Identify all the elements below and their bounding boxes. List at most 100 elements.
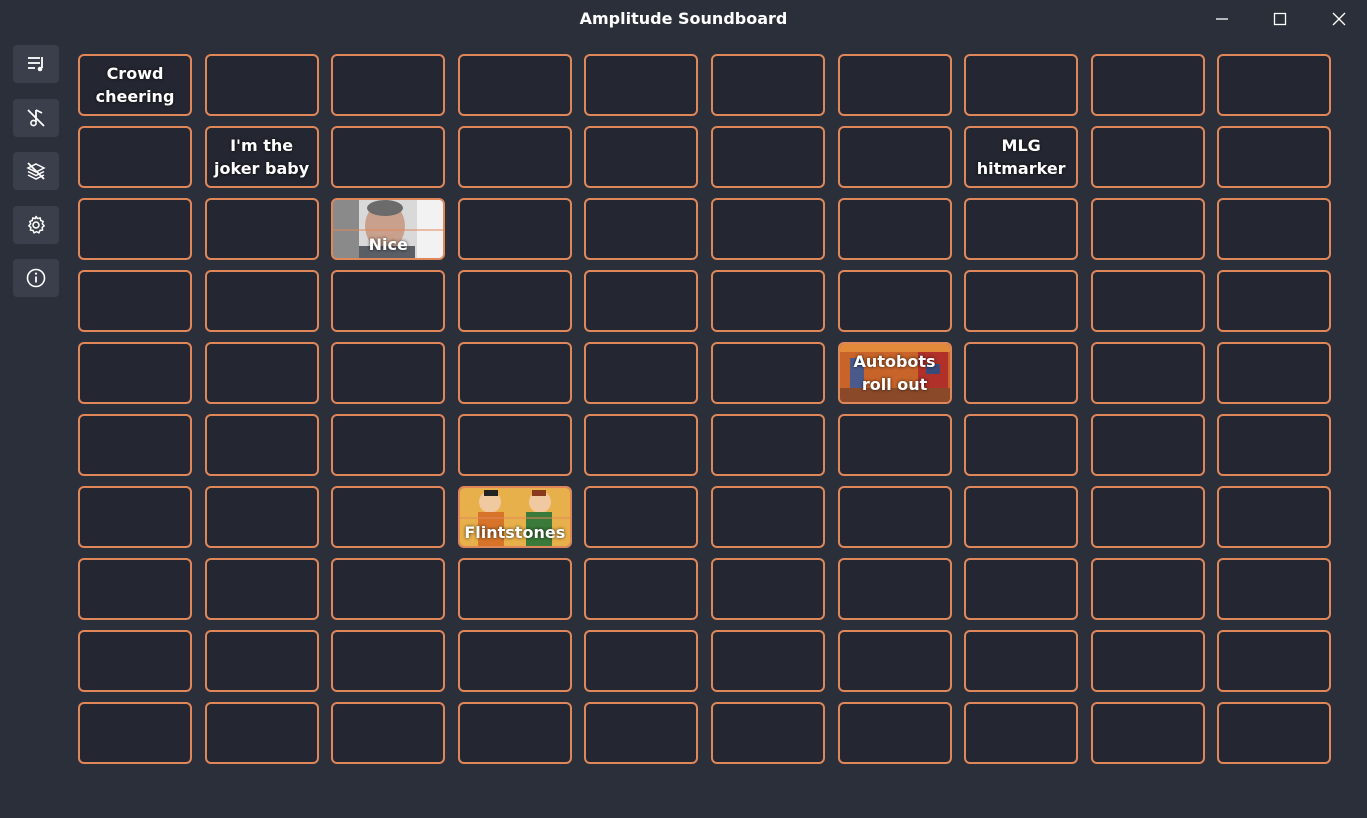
sound-pad[interactable] — [1090, 558, 1205, 620]
sound-pad[interactable] — [964, 486, 1079, 548]
sound-pad[interactable] — [331, 630, 446, 692]
sound-pad[interactable] — [964, 702, 1079, 764]
sound-pad[interactable] — [1217, 558, 1332, 620]
sound-pad[interactable]: I'm the joker baby — [204, 126, 319, 188]
sound-pad[interactable] — [964, 54, 1079, 116]
sound-pad[interactable] — [1217, 126, 1332, 188]
maximize-button[interactable] — [1252, 0, 1308, 38]
sound-pad[interactable] — [837, 270, 952, 332]
about-button[interactable] — [13, 259, 59, 297]
sound-pad[interactable] — [710, 630, 825, 692]
sound-pad[interactable] — [331, 414, 446, 476]
sound-pad[interactable] — [78, 414, 192, 476]
sound-pad[interactable] — [1217, 342, 1332, 404]
sound-pad[interactable] — [837, 486, 952, 548]
sound-pad[interactable] — [457, 414, 572, 476]
sound-pad[interactable]: MLG hitmarker — [964, 126, 1079, 188]
sound-pad[interactable] — [710, 54, 825, 116]
sound-pad[interactable] — [1217, 198, 1332, 260]
sound-pad[interactable] — [1090, 126, 1205, 188]
sound-pad[interactable]: Flintstones — [457, 486, 572, 548]
sound-pad[interactable] — [710, 702, 825, 764]
sound-pad[interactable] — [584, 486, 699, 548]
sound-pad[interactable] — [1090, 630, 1205, 692]
sound-pad[interactable] — [837, 414, 952, 476]
sound-pad[interactable] — [457, 342, 572, 404]
sound-pad[interactable] — [204, 558, 319, 620]
sound-pad[interactable] — [1090, 486, 1205, 548]
sound-pad[interactable] — [78, 342, 192, 404]
sound-pad[interactable] — [710, 126, 825, 188]
sound-pad[interactable] — [710, 486, 825, 548]
sound-pad[interactable] — [204, 630, 319, 692]
sound-pad[interactable] — [964, 630, 1079, 692]
sound-pad[interactable] — [1217, 486, 1332, 548]
sound-pad[interactable] — [710, 558, 825, 620]
sound-pad[interactable] — [78, 630, 192, 692]
sound-pad[interactable]: Autobots roll out — [837, 342, 952, 404]
sound-pad[interactable] — [331, 702, 446, 764]
sound-pad[interactable] — [204, 702, 319, 764]
sound-pad[interactable] — [1090, 198, 1205, 260]
sound-pad[interactable] — [964, 414, 1079, 476]
sound-pad[interactable] — [331, 54, 446, 116]
sound-pad[interactable] — [331, 486, 446, 548]
minimize-button[interactable] — [1194, 0, 1250, 38]
sound-pad[interactable] — [964, 558, 1079, 620]
stop-sound-button[interactable] — [13, 99, 59, 137]
sound-pad[interactable] — [204, 198, 319, 260]
sound-pad[interactable] — [710, 198, 825, 260]
title-bar[interactable]: Amplitude Soundboard — [0, 0, 1367, 38]
sound-pad[interactable] — [78, 198, 192, 260]
sound-pad[interactable] — [584, 630, 699, 692]
sound-pad[interactable] — [1217, 630, 1332, 692]
sound-pad[interactable] — [584, 414, 699, 476]
sound-pad[interactable] — [964, 270, 1079, 332]
sound-pad[interactable] — [837, 54, 952, 116]
sound-pad[interactable] — [837, 702, 952, 764]
sound-pad[interactable] — [1090, 270, 1205, 332]
sound-pad[interactable]: Nice — [331, 198, 446, 260]
sound-pad[interactable] — [584, 126, 699, 188]
sound-pad[interactable] — [584, 342, 699, 404]
sound-pad[interactable] — [584, 198, 699, 260]
sound-pad[interactable] — [457, 270, 572, 332]
sound-pad[interactable] — [837, 126, 952, 188]
sound-pad[interactable] — [1217, 54, 1332, 116]
sound-pad[interactable] — [204, 414, 319, 476]
sound-pad[interactable] — [837, 630, 952, 692]
sound-pad[interactable] — [204, 486, 319, 548]
sound-pad[interactable]: Crowd cheering — [78, 54, 192, 116]
sound-pad[interactable] — [204, 342, 319, 404]
sound-pad[interactable] — [584, 270, 699, 332]
sound-pad[interactable] — [837, 198, 952, 260]
sound-pad[interactable] — [78, 486, 192, 548]
sound-pad[interactable] — [204, 270, 319, 332]
sound-pad[interactable] — [457, 126, 572, 188]
sound-pad[interactable] — [1090, 54, 1205, 116]
sound-pad[interactable] — [457, 198, 572, 260]
sound-pad[interactable] — [1090, 342, 1205, 404]
sound-pad[interactable] — [457, 558, 572, 620]
sound-pad[interactable] — [710, 270, 825, 332]
queue-button[interactable] — [13, 45, 59, 83]
toggle-layers-button[interactable] — [13, 152, 59, 190]
sound-pad[interactable] — [1217, 414, 1332, 476]
sound-pad[interactable] — [964, 342, 1079, 404]
sound-pad[interactable] — [204, 54, 319, 116]
sound-pad[interactable] — [1217, 270, 1332, 332]
sound-pad[interactable] — [78, 270, 192, 332]
sound-pad[interactable] — [1090, 414, 1205, 476]
sound-pad[interactable] — [1090, 702, 1205, 764]
sound-pad[interactable] — [78, 126, 192, 188]
sound-pad[interactable] — [710, 414, 825, 476]
sound-pad[interactable] — [331, 342, 446, 404]
sound-pad[interactable] — [457, 54, 572, 116]
sound-pad[interactable] — [584, 558, 699, 620]
sound-pad[interactable] — [331, 126, 446, 188]
sound-pad[interactable] — [331, 558, 446, 620]
sound-pad[interactable] — [584, 54, 699, 116]
sound-pad[interactable] — [837, 558, 952, 620]
sound-pad[interactable] — [710, 342, 825, 404]
sound-pad[interactable] — [964, 198, 1079, 260]
